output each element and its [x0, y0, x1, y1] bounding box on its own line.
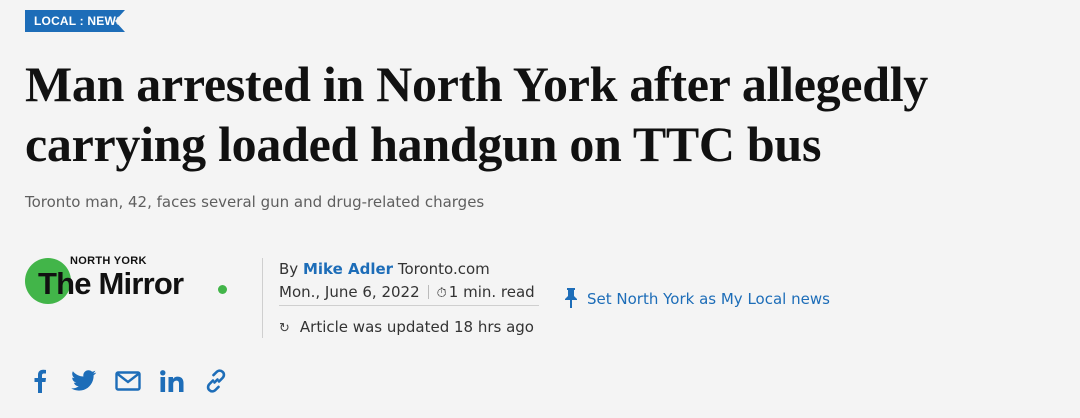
- updated-notice: ↻ Article was updated 18 hrs ago: [279, 318, 534, 336]
- author-link[interactable]: Mike Adler: [303, 260, 393, 278]
- share-bar: [27, 366, 229, 396]
- logo-name: The Mirror: [38, 266, 184, 301]
- article-subheadline: Toronto man, 42, faces several gun and d…: [25, 193, 485, 211]
- stopwatch-icon: ⏱: [436, 286, 447, 301]
- section-tag[interactable]: LOCAL : NEWS: [25, 10, 125, 32]
- byline-prefix: By: [279, 260, 299, 278]
- meta-divider: [262, 258, 263, 338]
- byline-outlet: Toronto.com: [397, 260, 490, 278]
- email-icon[interactable]: [115, 368, 141, 394]
- updated-text: Article was updated 18 hrs ago: [299, 318, 534, 336]
- article-headline: Man arrested in North York after alleged…: [25, 56, 929, 172]
- facebook-icon[interactable]: [27, 368, 53, 394]
- byline: By Mike Adler Toronto.com: [279, 260, 490, 278]
- set-local-news-link[interactable]: Set North York as My Local news: [565, 288, 830, 308]
- linkedin-icon[interactable]: [159, 368, 185, 394]
- logo-dot: [218, 285, 227, 294]
- dateline-separator: [427, 285, 429, 299]
- publication-logo[interactable]: NORTH YORK The Mirror: [25, 255, 227, 306]
- dateline: Mon., June 6, 2022 ⏱ 1 min. read: [279, 283, 539, 306]
- read-time: 1 min. read: [448, 283, 535, 301]
- link-icon[interactable]: [203, 368, 229, 394]
- pin-icon: [565, 288, 577, 308]
- set-local-label: Set North York as My Local news: [587, 290, 830, 308]
- publish-date: Mon., June 6, 2022: [279, 283, 420, 301]
- refresh-icon: ↻: [279, 321, 290, 336]
- twitter-icon[interactable]: [71, 368, 97, 394]
